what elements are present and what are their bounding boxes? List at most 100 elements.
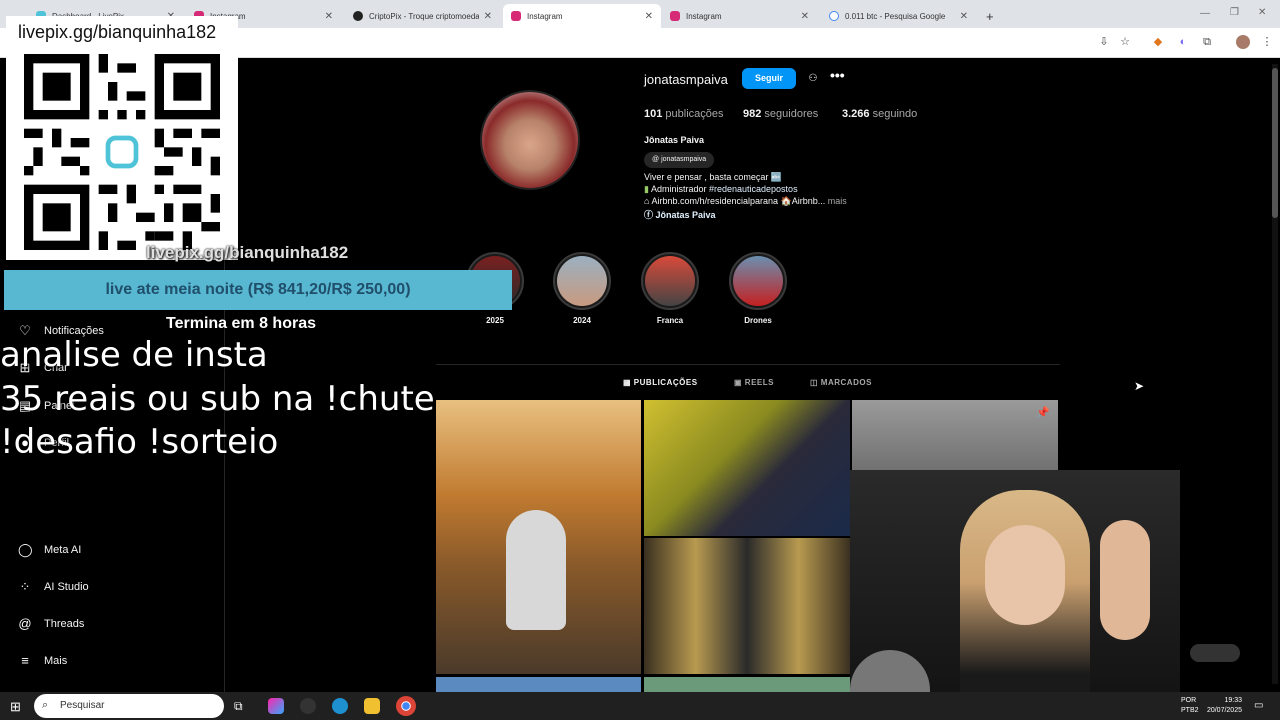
- browser-tab[interactable]: 0.011 btc - Pesquisa Google ✕: [821, 4, 976, 28]
- bio-line: Viver e pensar , basta começar 🔤: [644, 172, 783, 182]
- story-highlight[interactable]: Drones: [729, 252, 787, 325]
- close-tab-icon[interactable]: ✕: [801, 11, 809, 22]
- suggest-user-icon[interactable]: ⚇: [802, 68, 824, 89]
- story-thumbnail: [733, 256, 783, 306]
- profile-full-name: Jônatas Paiva: [644, 135, 705, 145]
- profile-username: jonatasmpaiva: [644, 72, 728, 87]
- instagram-favicon: [670, 11, 680, 21]
- bio-line: ⌂ Airbnb.com/h/residencialparana 🏠Airbnb…: [644, 196, 847, 206]
- extension-icon[interactable]: ◐: [1176, 35, 1190, 49]
- close-window-icon[interactable]: ✕: [1258, 7, 1266, 18]
- overlay-text-line: analise de insta: [0, 335, 268, 375]
- reels-icon: ▣: [734, 378, 743, 387]
- options-dots-icon[interactable]: •••: [830, 67, 845, 83]
- grid-icon: ▦: [623, 378, 632, 387]
- post-thumbnail[interactable]: [436, 677, 641, 692]
- post-figure: [506, 510, 566, 630]
- ai-studio-icon: ⁘: [19, 579, 31, 594]
- edge-icon[interactable]: [332, 698, 348, 714]
- minimize-icon[interactable]: —: [1200, 8, 1210, 19]
- viewer-avatars: [1190, 644, 1240, 662]
- post-thumbnail[interactable]: [644, 538, 850, 674]
- new-tab-button[interactable]: +: [978, 4, 1002, 28]
- extensions-puzzle-icon[interactable]: ⧉: [1200, 35, 1214, 49]
- threads-icon: @: [652, 156, 660, 163]
- sidebar-item-more[interactable]: ≡ Mais: [18, 654, 67, 668]
- followers-stat[interactable]: 982 seguidores: [743, 108, 818, 120]
- criptopix-favicon: [353, 11, 363, 21]
- chart-emoji-icon: ▮: [644, 184, 649, 194]
- hashtag-link[interactable]: #redenauticadepostos: [709, 184, 798, 194]
- close-tab-icon[interactable]: ✕: [960, 11, 968, 22]
- windows-taskbar: ⊞ ⌕ Pesquisar ⧉ POR PTB2 19:33 20/07/2025 …: [0, 692, 1280, 720]
- tab-tagged[interactable]: ◫ MARCADOS: [810, 378, 872, 387]
- scrollbar-thumb[interactable]: [1272, 68, 1278, 218]
- donation-goal-bar: live ate meia noite (R$ 841,20/R$ 250,00…: [4, 270, 512, 310]
- menu-icon: ≡: [21, 653, 29, 668]
- close-tab-icon[interactable]: ✕: [645, 11, 653, 22]
- streamer-hand: [1100, 520, 1150, 640]
- divider: [436, 364, 1060, 365]
- webcam-feed: [850, 470, 1180, 720]
- scrollbar[interactable]: [1272, 64, 1278, 684]
- google-favicon: [829, 11, 839, 21]
- metamask-extension-icon[interactable]: ◆: [1151, 35, 1165, 49]
- threads-icon: @: [18, 616, 32, 631]
- close-tab-icon[interactable]: ✕: [484, 11, 492, 22]
- copilot-icon[interactable]: [268, 698, 284, 714]
- post-thumbnail[interactable]: [644, 677, 850, 692]
- bookmark-star-icon[interactable]: ☆: [1118, 35, 1132, 49]
- posts-stat: 101 publicações: [644, 108, 724, 120]
- post-thumbnail[interactable]: [644, 400, 850, 536]
- following-stat[interactable]: 3.266 seguindo: [842, 108, 917, 120]
- tab-posts[interactable]: ▦ PUBLICAÇÕES: [623, 378, 698, 387]
- follow-button[interactable]: Seguir: [742, 68, 796, 89]
- qr-code: [24, 54, 220, 250]
- story-highlight[interactable]: Franca: [641, 252, 699, 325]
- profile-avatar-icon[interactable]: [1236, 35, 1250, 49]
- clock[interactable]: 19:33 20/07/2025: [1200, 696, 1242, 716]
- qr-url-text: livepix.gg/bianquinha182: [18, 22, 217, 42]
- browser-tab[interactable]: Instagram✕: [662, 4, 817, 28]
- file-explorer-icon[interactable]: [364, 698, 380, 714]
- sidebar-item-meta-ai[interactable]: ◯ Meta AI: [18, 543, 81, 557]
- tab-reels[interactable]: ▣ REELS: [734, 378, 774, 387]
- threads-badge[interactable]: @ jonatasmpaiva: [644, 152, 715, 168]
- chrome-icon[interactable]: [396, 696, 416, 716]
- taskbar-search[interactable]: ⌕ Pesquisar: [34, 694, 224, 718]
- search-icon: ⌕: [42, 699, 49, 711]
- close-tab-icon[interactable]: ✕: [325, 11, 333, 22]
- facebook-icon: ⓕ: [644, 210, 654, 220]
- restore-icon[interactable]: ❐: [1230, 7, 1239, 18]
- task-view-icon[interactable]: ⧉: [234, 699, 243, 714]
- overlay-text-line: 35 reais ou sub na !chute: [0, 379, 435, 419]
- install-app-icon[interactable]: ⇩: [1097, 35, 1111, 49]
- house-icon: ⌂: [644, 196, 650, 206]
- facebook-link[interactable]: ⓕ Jônatas Paiva: [644, 208, 716, 221]
- mouse-cursor-icon: ➤: [1134, 379, 1145, 393]
- obs-icon[interactable]: [300, 698, 316, 714]
- pin-icon: 📌: [1036, 407, 1050, 419]
- bio-line: ▮ Administrador #redenauticadepostos: [644, 184, 798, 194]
- qr-panel: livepix.gg/bianquinha182: [6, 16, 238, 260]
- tagged-icon: ◫: [810, 378, 819, 387]
- windows-start-icon[interactable]: ⊞: [10, 699, 21, 715]
- language-indicator[interactable]: POR PTB2: [1181, 696, 1199, 716]
- story-highlight[interactable]: 2024: [553, 252, 611, 325]
- menu-dots-icon[interactable]: ⋮: [1260, 35, 1274, 49]
- instagram-favicon: [511, 11, 521, 21]
- story-thumbnail: [557, 256, 607, 306]
- profile-avatar[interactable]: [480, 90, 580, 190]
- browser-tab[interactable]: CriptoPix - Troque criptomoeda ✕: [345, 4, 500, 28]
- notifications-icon[interactable]: ▭: [1254, 700, 1263, 711]
- browser-tab-active[interactable]: Instagram ✕: [503, 4, 661, 28]
- story-thumbnail: [645, 256, 695, 306]
- overlay-text-line: !desafio !sorteio: [0, 422, 279, 462]
- sidebar-item-ai-studio[interactable]: ⁘ AI Studio: [18, 580, 89, 594]
- sidebar-item-threads[interactable]: @ Threads: [18, 617, 84, 631]
- goal-timer-text: Termina em 8 horas: [166, 315, 316, 332]
- bio-more-link[interactable]: mais: [828, 196, 847, 206]
- post-thumbnail[interactable]: [436, 400, 641, 674]
- qr-url-caption: livepix.gg/bianquinha182: [146, 243, 349, 262]
- streamer-face: [985, 525, 1065, 625]
